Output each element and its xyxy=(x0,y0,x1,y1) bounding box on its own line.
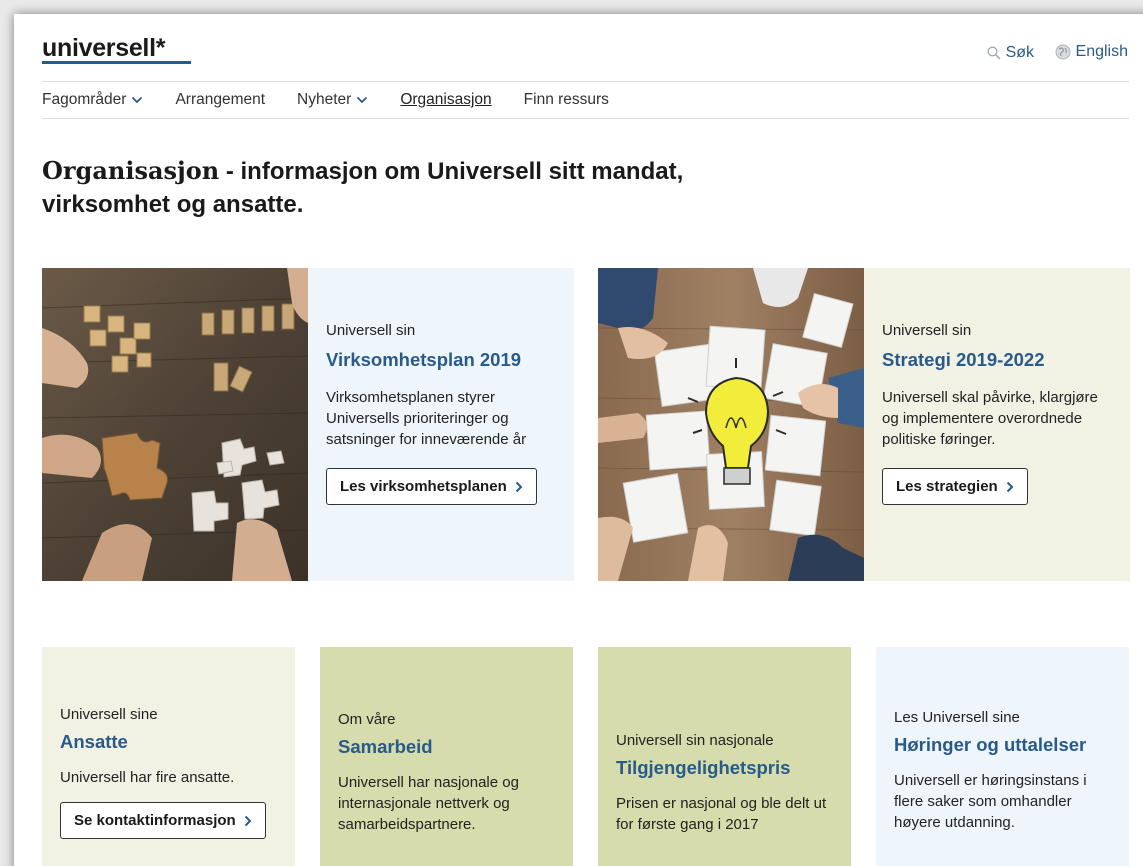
header-divider xyxy=(42,81,1129,82)
nav-item-arrangement[interactable]: Arrangement xyxy=(175,91,265,109)
nav-item-finn-ressurs[interactable]: Finn ressurs xyxy=(524,91,609,109)
card-description: Prisen er nasjonal og ble delt ut for fø… xyxy=(616,795,827,833)
language-link[interactable]: English xyxy=(1055,43,1128,61)
card-title-link[interactable]: Høringer og uttalelser xyxy=(894,734,1111,756)
search-link[interactable]: Søk xyxy=(987,44,1034,62)
page-title: Organisasjon - informasjon om Universell… xyxy=(42,154,762,221)
chevron-right-icon xyxy=(1006,481,1014,492)
search-icon xyxy=(987,46,1001,60)
feature-body: Universell sin Strategi 2019-2022 Univer… xyxy=(864,268,1130,581)
globe-icon xyxy=(1055,44,1071,60)
feature-title-link[interactable]: Virksomhetsplan 2019 xyxy=(326,349,556,371)
feature-title-link[interactable]: Strategi 2019-2022 xyxy=(882,349,1112,371)
feature-card-strategi: Universell sin Strategi 2019-2022 Univer… xyxy=(598,268,1130,581)
main-nav: Fagområder Arrangement Nyheter Organisas… xyxy=(42,91,641,109)
chevron-right-icon xyxy=(244,815,252,826)
logo-underline xyxy=(42,61,191,64)
page-title-bold: Organisasjon xyxy=(42,156,220,185)
feature-card-virksomhetsplan: Universell sin Virksomhetsplan 2019 Virk… xyxy=(42,268,574,581)
nav-label: Organisasjon xyxy=(400,91,492,108)
nav-item-nyheter[interactable]: Nyheter xyxy=(297,91,368,109)
button-label: Les strategien xyxy=(896,478,998,495)
button-label: Se kontaktinformasjon xyxy=(74,812,236,829)
chevron-down-icon xyxy=(357,96,368,104)
card-eyebrow: Universell sine xyxy=(60,706,158,723)
read-plan-button[interactable]: Les virksomhetsplanen xyxy=(326,468,537,505)
page: universell* Søk English Fagområder Arran… xyxy=(14,14,1143,866)
card-description: Universell er høringsinstans i flere sak… xyxy=(894,772,1087,831)
contact-info-button[interactable]: Se kontaktinformasjon xyxy=(60,802,266,839)
card-ansatte: Universell sine Ansatte Universell har f… xyxy=(42,647,295,866)
card-title-link[interactable]: Tilgjengelighetspris xyxy=(616,757,833,779)
card-description: Universell har nasjonale og internasjona… xyxy=(338,774,519,833)
feature-body: Universell sin Virksomhetsplan 2019 Virk… xyxy=(308,268,574,581)
nav-label: Nyheter xyxy=(297,91,352,108)
feature-description: Universell skal påvirke, klargjøre og im… xyxy=(882,389,1098,448)
card-horinger: Les Universell sine Høringer og uttalels… xyxy=(876,647,1129,866)
chevron-down-icon xyxy=(132,96,143,104)
card-description: Universell har fire ansatte. xyxy=(60,769,235,786)
search-label: Søk xyxy=(1005,44,1035,61)
site-logo[interactable]: universell* xyxy=(42,34,165,63)
feature-image-puzzle xyxy=(42,268,308,581)
feature-eyebrow: Universell sin xyxy=(326,322,416,339)
chevron-right-icon xyxy=(515,481,523,492)
card-title-link[interactable]: Ansatte xyxy=(60,731,277,753)
top-links: Søk English xyxy=(971,43,1128,65)
feature-image-lightbulb xyxy=(598,268,864,581)
card-eyebrow: Universell sin nasjonale xyxy=(616,732,774,749)
feature-description: Virksomhetsplanen styrer Universells pri… xyxy=(326,389,527,448)
card-title-link[interactable]: Samarbeid xyxy=(338,736,555,758)
feature-eyebrow: Universell sin xyxy=(882,322,972,339)
read-strategy-button[interactable]: Les strategien xyxy=(882,468,1028,505)
card-tilgjengelighetspris: Universell sin nasjonale Tilgjengelighet… xyxy=(598,647,851,866)
card-samarbeid: Om våre Samarbeid Universell har nasjona… xyxy=(320,647,573,866)
button-label: Les virksomhetsplanen xyxy=(340,478,507,495)
nav-item-organisasjon[interactable]: Organisasjon xyxy=(400,91,491,109)
language-label: English xyxy=(1075,43,1128,60)
nav-divider xyxy=(42,118,1129,119)
nav-label: Fagområder xyxy=(42,91,127,108)
nav-item-fagomrader[interactable]: Fagområder xyxy=(42,91,143,109)
card-eyebrow: Les Universell sine xyxy=(894,709,1020,726)
nav-label: Arrangement xyxy=(175,91,266,108)
nav-label: Finn ressurs xyxy=(523,91,609,108)
card-eyebrow: Om våre xyxy=(338,711,396,728)
